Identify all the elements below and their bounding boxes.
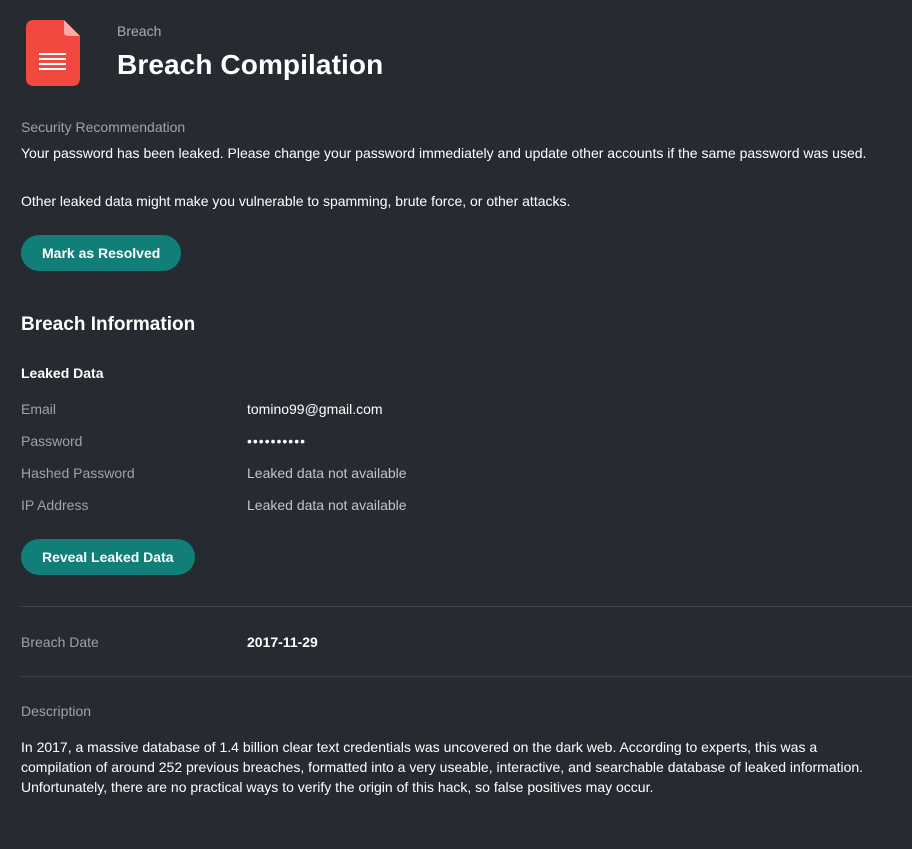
security-recommendation-label: Security Recommendation <box>21 119 186 135</box>
leaked-field-password: Password •••••••••• <box>21 431 881 451</box>
field-value: Leaked data not available <box>247 497 407 513</box>
recommendation-text-1: Your password has been leaked. Please ch… <box>21 145 867 161</box>
field-key: IP Address <box>21 497 89 513</box>
field-value: •••••••••• <box>247 433 307 449</box>
recommendation-text-2: Other leaked data might make you vulnera… <box>21 193 571 209</box>
breach-date-value: 2017-11-29 <box>247 634 318 650</box>
breach-detail-page: Breach Breach Compilation Security Recom… <box>0 0 912 849</box>
breach-kicker: Breach <box>117 23 162 39</box>
field-value: Leaked data not available <box>247 465 407 481</box>
description-text: In 2017, a massive database of 1.4 billi… <box>21 739 864 795</box>
breach-information-heading: Breach Information <box>21 314 196 335</box>
document-icon <box>26 20 80 86</box>
reveal-leaked-data-button[interactable]: Reveal Leaked Data <box>21 539 195 575</box>
divider <box>21 676 912 677</box>
page-title: Breach Compilation <box>117 49 384 80</box>
leaked-field-hashed-password: Hashed Password Leaked data not availabl… <box>21 463 881 483</box>
leaked-field-ip-address: IP Address Leaked data not available <box>21 495 881 515</box>
leaked-field-email: Email tomino99@gmail.com <box>21 399 881 419</box>
breach-date-label: Breach Date <box>21 634 99 650</box>
description-label: Description <box>21 703 92 719</box>
field-key: Email <box>21 401 57 417</box>
divider <box>21 606 912 607</box>
leaked-data-heading: Leaked Data <box>21 365 104 381</box>
mark-as-resolved-button[interactable]: Mark as Resolved <box>21 235 182 271</box>
field-key: Password <box>21 433 83 449</box>
header: Breach Breach Compilation <box>26 20 886 90</box>
field-key: Hashed Password <box>21 465 135 481</box>
field-value: tomino99@gmail.com <box>247 401 383 417</box>
